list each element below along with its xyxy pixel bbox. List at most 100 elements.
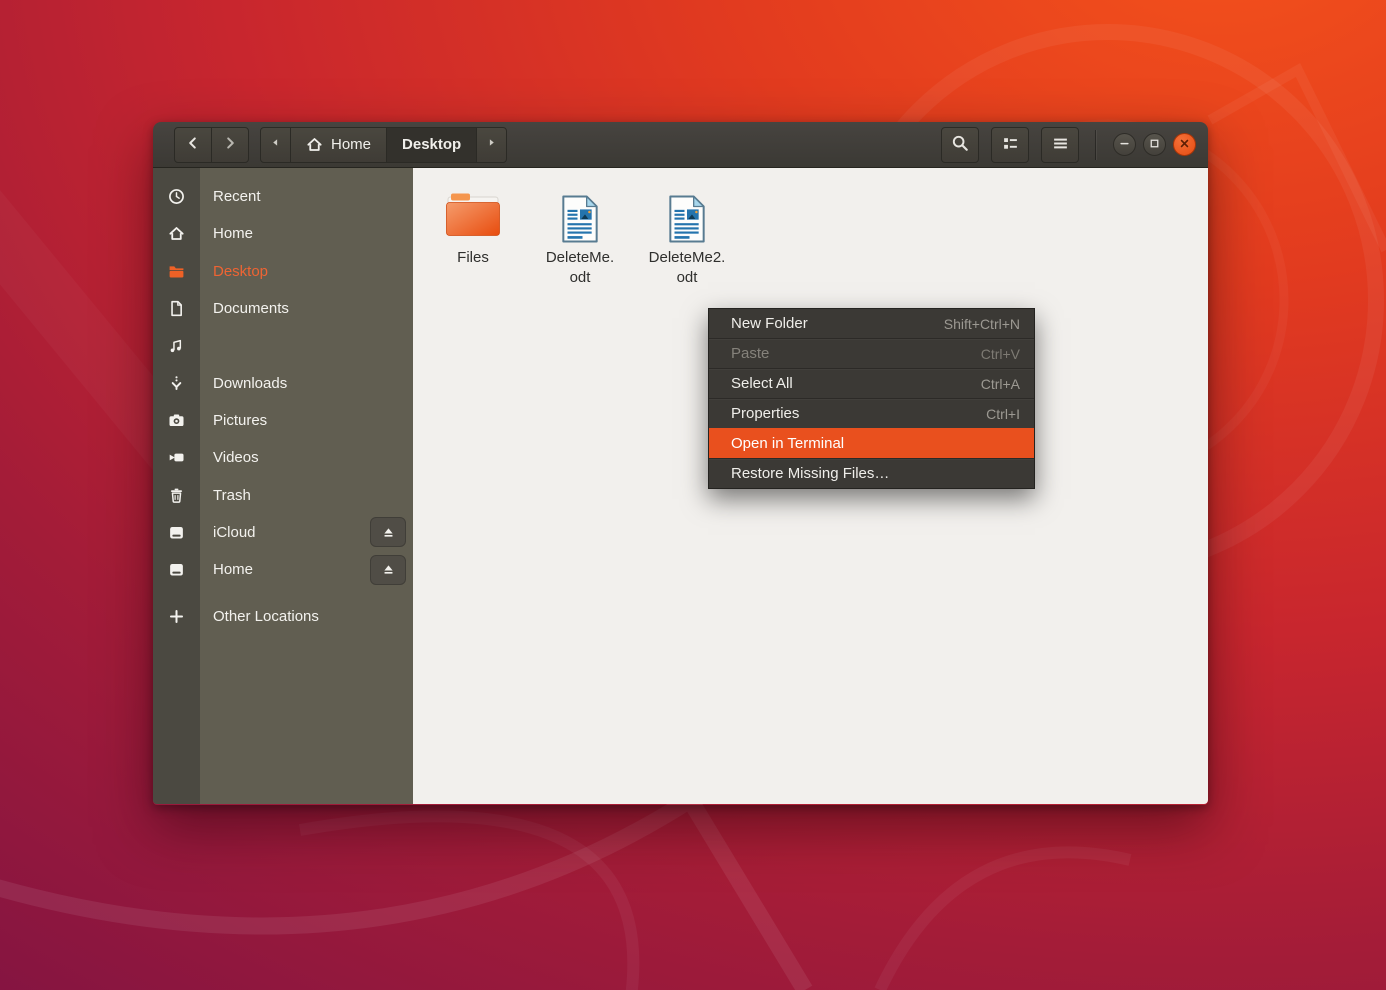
titlebar-right xyxy=(929,127,1196,163)
menu-item-label: Open in Terminal xyxy=(731,435,844,452)
eject-icon xyxy=(381,525,396,540)
sidebar-item-label: Desktop xyxy=(200,263,268,280)
path-segment-desktop[interactable]: Desktop xyxy=(386,127,477,163)
sidebar-item-home[interactable]: Home xyxy=(153,215,413,252)
sidebar-item-label: Trash xyxy=(200,487,251,504)
view-list-icon xyxy=(1002,135,1019,155)
sidebar-item-label: Home xyxy=(200,561,253,578)
path-scroll-left-button[interactable] xyxy=(260,127,291,163)
path-scroll-right-button[interactable] xyxy=(476,127,507,163)
menu-item-shortcut: Ctrl+A xyxy=(981,376,1020,392)
sidebar-item-trash[interactable]: Trash xyxy=(153,476,413,513)
sidebar-item-label: Pictures xyxy=(200,412,267,429)
sidebar-item-label: iCloud xyxy=(200,524,256,541)
window-body: Recent Home Desktop Documents Downloads Pictu… xyxy=(153,168,1208,804)
sidebar-item-label: Recent xyxy=(200,188,261,205)
files-window: Home Desktop xyxy=(153,122,1208,805)
sidebar: Recent Home Desktop Documents Downloads Pictu… xyxy=(153,168,413,804)
document-icon xyxy=(153,300,200,317)
minimize-button[interactable] xyxy=(1113,133,1136,156)
menu-item-shortcut: Ctrl+V xyxy=(981,346,1020,362)
writer-document-icon xyxy=(555,180,605,244)
back-button[interactable] xyxy=(174,127,212,163)
menu-item-properties[interactable]: Properties Ctrl+I xyxy=(709,398,1034,428)
menu-item-shortcut: Ctrl+I xyxy=(986,406,1020,422)
history-nav xyxy=(174,127,249,163)
desktop-wallpaper: Home Desktop xyxy=(0,0,1386,990)
video-icon xyxy=(153,449,200,466)
writer-document-icon xyxy=(662,180,712,244)
sidebar-item-desktop[interactable]: Desktop xyxy=(153,253,413,290)
file-name: DeleteMe.odt xyxy=(546,248,614,288)
file-item-files[interactable]: Files xyxy=(423,180,523,288)
close-button[interactable] xyxy=(1173,133,1196,156)
sidebar-item-recent[interactable]: Recent xyxy=(153,178,413,215)
menu-item-select-all[interactable]: Select All Ctrl+A xyxy=(709,368,1034,398)
close-icon xyxy=(1178,137,1191,153)
sidebar-item-label: Downloads xyxy=(200,375,287,392)
home-icon xyxy=(306,136,323,153)
file-grid: Files DeleteMe.odt DeleteMe2.odt xyxy=(423,180,737,288)
drive-icon xyxy=(153,524,200,541)
sidebar-item-label: Documents xyxy=(200,300,289,317)
triangle-left-icon xyxy=(269,136,282,153)
sidebar-item-music[interactable] xyxy=(153,327,413,364)
eject-button[interactable] xyxy=(370,555,406,585)
titlebar[interactable]: Home Desktop xyxy=(153,122,1208,168)
path-segment-label: Home xyxy=(331,136,371,153)
file-name: Files xyxy=(457,248,489,268)
sidebar-item-label: Videos xyxy=(200,449,259,466)
download-icon xyxy=(153,375,200,392)
minimize-icon xyxy=(1118,137,1131,153)
drive-icon xyxy=(153,561,200,578)
file-name: DeleteMe2.odt xyxy=(649,248,726,288)
app-menu-button[interactable] xyxy=(1041,127,1079,163)
folder-icon xyxy=(444,180,502,244)
sidebar-item-pictures[interactable]: Pictures xyxy=(153,402,413,439)
menu-item-open-in-terminal[interactable]: Open in Terminal xyxy=(709,428,1034,458)
file-item-deleteme-odt[interactable]: DeleteMe.odt xyxy=(530,180,630,288)
path-segment-home[interactable]: Home xyxy=(290,127,387,163)
eject-button[interactable] xyxy=(370,517,406,547)
menu-item-label: Restore Missing Files… xyxy=(731,465,889,482)
sidebar-item-label: Other Locations xyxy=(200,608,319,625)
forward-button[interactable] xyxy=(211,127,249,163)
menu-item-label: New Folder xyxy=(731,315,808,332)
sidebar-item-icloud[interactable]: iCloud xyxy=(153,514,413,551)
menu-item-label: Paste xyxy=(731,345,769,362)
sidebar-list: Recent Home Desktop Documents Downloads Pictu… xyxy=(153,168,413,636)
sidebar-item-label: Home xyxy=(200,225,253,242)
music-icon xyxy=(153,337,200,354)
menu-item-restore-missing-files[interactable]: Restore Missing Files… xyxy=(709,458,1034,488)
triangle-right-icon xyxy=(485,136,498,153)
path-segments: Home Desktop xyxy=(291,127,477,163)
search-icon xyxy=(951,134,969,155)
menu-item-label: Properties xyxy=(731,405,799,422)
eject-icon xyxy=(381,562,396,577)
maximize-button[interactable] xyxy=(1143,133,1166,156)
file-item-deleteme2-odt[interactable]: DeleteMe2.odt xyxy=(637,180,737,288)
trash-icon xyxy=(153,487,200,504)
sidebar-item-other-locations[interactable]: Other Locations xyxy=(153,598,413,635)
home-icon xyxy=(153,225,200,242)
view-list-button[interactable] xyxy=(991,127,1029,163)
clock-icon xyxy=(153,188,200,205)
sidebar-item-home[interactable]: Home xyxy=(153,551,413,588)
menu-item-shortcut: Shift+Ctrl+N xyxy=(944,316,1020,332)
sidebar-item-documents[interactable]: Documents xyxy=(153,290,413,327)
hamburger-icon xyxy=(1052,135,1069,155)
context-menu: New Folder Shift+Ctrl+N Paste Ctrl+V Select … xyxy=(708,308,1035,489)
camera-icon xyxy=(153,412,200,429)
folder-icon xyxy=(153,263,200,280)
plus-icon xyxy=(153,608,200,625)
search-button[interactable] xyxy=(941,127,979,163)
path-bar: Home Desktop xyxy=(260,127,507,163)
sidebar-item-videos[interactable]: Videos xyxy=(153,439,413,476)
sidebar-item-downloads[interactable]: Downloads xyxy=(153,364,413,401)
maximize-icon xyxy=(1148,137,1161,153)
path-segment-label: Desktop xyxy=(402,136,461,153)
chevron-right-icon xyxy=(222,135,238,154)
chevron-left-icon xyxy=(185,135,201,154)
menu-item-label: Select All xyxy=(731,375,793,392)
menu-item-new-folder[interactable]: New Folder Shift+Ctrl+N xyxy=(709,309,1034,338)
